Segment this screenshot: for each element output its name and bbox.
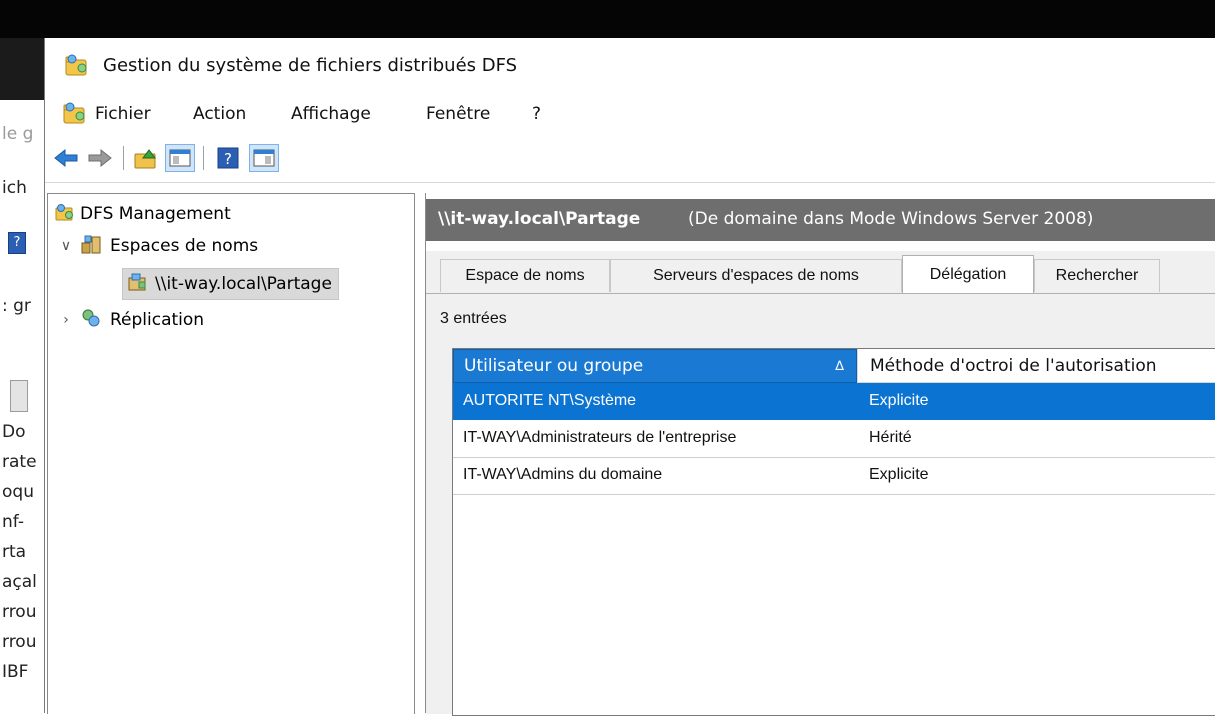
back-button[interactable] <box>51 144 81 172</box>
title-bar[interactable]: Gestion du système de fichiers distribué… <box>45 38 1215 94</box>
background-text: oqu <box>2 482 34 502</box>
tree-label: \\it-way.local\Partage <box>155 274 332 294</box>
toolbar-separator <box>123 146 124 170</box>
toolbar: ? <box>45 134 1215 183</box>
column-header-user[interactable]: Utilisateur ou groupe ∆ <box>453 349 857 383</box>
background-text: açal <box>2 572 37 592</box>
background-text: nf- <box>2 512 24 532</box>
menu-bar: Fichier Action Affichage Fenêtre ? <box>45 94 1215 134</box>
replication-icon <box>74 307 110 334</box>
cell-user: IT-WAY\Admins du domaine <box>463 466 663 483</box>
namespaces-icon <box>74 233 110 260</box>
up-one-level-button[interactable] <box>131 144 161 172</box>
column-header-label: Utilisateur ou groupe <box>464 356 644 376</box>
list-row[interactable]: IT-WAY\Administrateurs de l'entreprise H… <box>453 420 1215 458</box>
tab-serveurs-espaces-de-noms[interactable]: Serveurs d'espaces de noms <box>610 259 902 292</box>
show-hide-action-pane-button[interactable] <box>249 144 279 172</box>
up-folder-icon <box>134 149 156 169</box>
forward-icon <box>88 148 112 168</box>
background-text: rate <box>2 452 37 472</box>
background-help-icon: ? <box>8 232 26 254</box>
window-title: Gestion du système de fichiers distribué… <box>103 55 518 76</box>
delegation-list: Utilisateur ou groupe ∆ Méthode d'octroi… <box>452 348 1215 716</box>
list-row[interactable]: AUTORITE NT\Système Explicite <box>453 383 1215 420</box>
background-text: rta <box>2 542 27 562</box>
show-hide-tree-icon <box>169 149 191 167</box>
cell-user: AUTORITE NT\Système <box>463 392 637 409</box>
tab-delegation[interactable]: Délégation <box>902 255 1034 293</box>
tab-espace-de-noms[interactable]: Espace de noms <box>440 259 610 292</box>
menu-fichier[interactable]: Fichier <box>95 104 151 124</box>
namespace-mode: (De domaine dans Mode Windows Server 200… <box>688 209 1094 229</box>
tree-label: Espaces de noms <box>110 236 259 256</box>
background-text: rrou <box>2 632 37 652</box>
background-text: rrou <box>2 602 37 622</box>
svg-text:?: ? <box>224 150 232 168</box>
delegation-panel: 3 entrées Utilisateur ou groupe ∆ Méthod… <box>426 293 1215 716</box>
toolbar-separator <box>203 146 204 170</box>
menu-help[interactable]: ? <box>532 104 541 124</box>
background-text: : gr <box>2 296 31 316</box>
background-window: le g ich ? : gr Do rate oqu nf- rta açal… <box>0 38 44 713</box>
tab-rechercher[interactable]: Rechercher <box>1034 259 1160 292</box>
sort-ascending-icon: ∆ <box>835 359 844 374</box>
list-row[interactable]: IT-WAY\Admins du domaine Explicite <box>453 457 1215 495</box>
help-icon: ? <box>217 147 239 169</box>
tree-label: DFS Management <box>80 204 231 224</box>
chevron-down-icon[interactable]: ∨ <box>58 238 74 254</box>
tree-item-namespaces[interactable]: ∨ Espaces de noms <box>58 232 258 260</box>
background-text: ich <box>2 178 27 198</box>
cell-user: IT-WAY\Administrateurs de l'entreprise <box>463 429 737 446</box>
namespace-icon <box>123 272 155 297</box>
background-text: Do <box>2 422 26 442</box>
cell-method: Explicite <box>869 392 929 409</box>
show-hide-action-pane-icon <box>253 149 275 167</box>
background-window-dark-area <box>0 38 44 100</box>
mmc-menu-icon[interactable] <box>61 100 89 130</box>
tree-item-replication[interactable]: › Réplication <box>58 306 204 334</box>
column-header-label: Méthode d'octroi de l'autorisation <box>870 355 1157 376</box>
entry-count: 3 entrées <box>440 310 507 327</box>
tab-strip: Espace de noms Serveurs d'espaces de nom… <box>426 251 1215 293</box>
tree-label: Réplication <box>110 310 205 330</box>
menu-action[interactable]: Action <box>193 104 246 124</box>
details-header: \\it-way.local\Partage (De domaine dans … <box>426 199 1215 241</box>
background-text: le g <box>2 124 34 144</box>
cell-method: Explicite <box>869 466 929 483</box>
menu-fenetre[interactable]: Fenêtre <box>426 104 490 124</box>
background-button[interactable] <box>10 380 28 412</box>
dfs-app-icon <box>63 52 91 82</box>
column-header-method[interactable]: Méthode d'octroi de l'autorisation <box>857 349 1215 383</box>
menu-affichage[interactable]: Affichage <box>291 104 371 124</box>
show-hide-console-tree-button[interactable] <box>165 144 195 172</box>
chevron-right-icon[interactable]: › <box>58 312 74 328</box>
dfs-management-window: Gestion du système de fichiers distribué… <box>44 38 1215 716</box>
back-icon <box>54 148 78 168</box>
tree-item-dfs-management[interactable]: DFS Management <box>54 200 231 228</box>
details-pane: \\it-way.local\Partage (De domaine dans … <box>425 193 1215 716</box>
cell-method: Hérité <box>869 429 912 446</box>
tree-item-namespace-partage[interactable]: \\it-way.local\Partage <box>122 268 339 300</box>
namespace-path: \\it-way.local\Partage <box>438 209 641 229</box>
dfs-management-icon <box>54 202 80 227</box>
screen-top-band <box>0 0 1215 38</box>
console-tree: DFS Management ∨ Espaces de noms \\it-wa… <box>47 193 415 714</box>
help-button[interactable]: ? <box>213 144 243 172</box>
forward-button[interactable] <box>85 144 115 172</box>
background-text: IBF <box>2 662 29 682</box>
